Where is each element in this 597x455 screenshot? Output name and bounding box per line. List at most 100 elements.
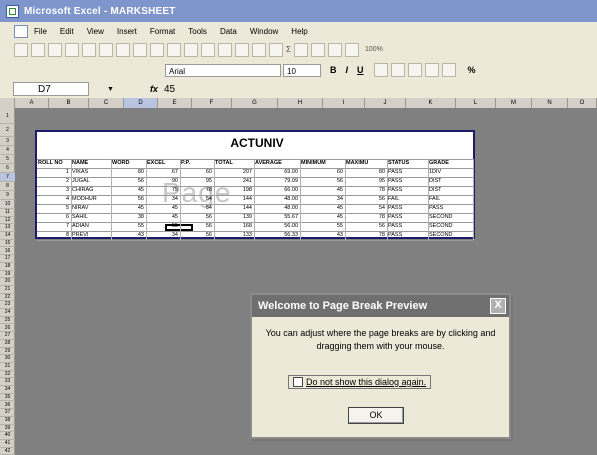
table-cell[interactable]: 54 [180,196,212,202]
research-icon[interactable] [150,43,164,57]
table-cell[interactable]: 54 [180,205,212,211]
table-cell[interactable]: 56 [111,178,144,184]
header-cell[interactable]: AVERAGE [255,160,282,166]
row-header[interactable]: 37 [0,409,15,417]
table-cell[interactable]: PASS [388,205,402,211]
table-cell[interactable]: VIKAS [72,169,88,175]
menu-tools[interactable]: Tools [188,27,207,36]
dont-show-again-checkbox[interactable]: Do not show this dialog again. [288,375,432,389]
row-header[interactable]: 14 [0,232,15,240]
column-header[interactable]: H [278,98,323,108]
table-cell[interactable]: 56 [180,232,212,238]
format-painter-icon[interactable] [218,43,232,57]
row-header[interactable]: 1 [0,108,15,124]
column-header[interactable]: A [15,98,49,108]
menu-file[interactable]: File [34,27,47,36]
row-header[interactable]: 3 [0,137,15,146]
row-header[interactable]: 8 [0,182,15,191]
row-header[interactable]: 42 [0,448,15,455]
row-header[interactable]: 27 [0,332,15,340]
row-header[interactable]: 39 [0,425,15,433]
table-cell[interactable]: 55 [146,223,178,229]
table-cell[interactable]: 54 [345,205,385,211]
row-header[interactable]: 2 [0,124,15,137]
table-cell[interactable]: 38 [111,214,144,220]
print-preview-icon[interactable] [116,43,130,57]
header-cell[interactable]: GRADE [429,160,449,166]
table-cell[interactable]: 66.00 [254,187,298,193]
select-all-corner[interactable] [0,98,15,108]
row-header[interactable]: 24 [0,309,15,317]
ok-button[interactable]: OK [348,407,404,424]
cut-icon[interactable] [167,43,181,57]
table-cell[interactable]: 6 [37,214,69,220]
table-cell[interactable]: 45 [300,205,343,211]
row-header[interactable]: 25 [0,317,15,325]
font-name-box[interactable]: Arial [165,63,281,77]
row-header[interactable]: 21 [0,286,15,294]
email-icon[interactable] [82,43,96,57]
column-header[interactable]: O [568,98,597,108]
row-header[interactable]: 28 [0,340,15,348]
table-cell[interactable]: 45 [146,205,178,211]
table-cell[interactable]: PASS [388,169,402,175]
underline-button[interactable]: U [357,65,364,75]
table-cell[interactable]: 5 [37,205,69,211]
percent-button[interactable]: % [468,65,476,75]
table-cell[interactable]: 34 [300,196,343,202]
insert-function-icon[interactable]: fx [150,84,158,94]
table-cell[interactable]: MODHUR [72,196,97,202]
row-header[interactable]: 10 [0,200,15,209]
table-cell[interactable]: FAIL [429,196,440,202]
row-header[interactable]: 11 [0,209,15,217]
chart-wizard-icon[interactable] [327,43,342,57]
header-cell[interactable]: P.P. [181,160,190,166]
print-page-1[interactable]: Page ACTUNIV ROLL NO NAME WORD EXCEL P.P. TOT… [35,130,475,241]
row-header[interactable]: 13 [0,224,15,233]
table-cell[interactable]: 56 [111,196,144,202]
column-header[interactable]: C [89,98,124,108]
align-right-icon[interactable] [407,63,422,77]
italic-button[interactable]: I [346,65,349,75]
menu-edit[interactable]: Edit [60,27,74,36]
row-header[interactable]: 26 [0,325,15,333]
table-cell[interactable]: 198 [214,187,252,193]
menu-help[interactable]: Help [291,27,307,36]
row-header[interactable]: 9 [0,191,15,200]
row-header[interactable]: 35 [0,394,15,402]
table-cell[interactable]: PASS [388,214,402,220]
header-cell[interactable]: WORD [112,160,129,166]
column-header[interactable]: J [365,98,406,108]
merge-center-icon[interactable] [424,63,439,77]
menu-view[interactable]: View [87,27,104,36]
table-cell[interactable]: 56 [300,178,343,184]
table-cell[interactable]: 45 [300,214,343,220]
table-cell[interactable]: 48.00 [254,205,298,211]
header-cell[interactable]: ROLL NO [38,160,63,166]
column-header[interactable]: B [49,98,89,108]
table-cell[interactable]: 55 [111,223,144,229]
column-header[interactable]: K [406,98,456,108]
table-cell[interactable]: ADIAN [72,223,89,229]
column-header[interactable]: F [192,98,232,108]
row-header[interactable]: 17 [0,255,15,263]
menu-format[interactable]: Format [150,27,175,36]
name-box-dropdown-icon[interactable]: ▼ [107,86,114,93]
hyperlink-icon[interactable] [269,43,283,57]
currency-icon[interactable] [441,63,456,77]
table-cell[interactable]: 75 [146,187,178,193]
table-cell[interactable]: SECOND [429,232,453,238]
table-cell[interactable]: 56.33 [254,232,298,238]
table-cell[interactable]: NIRAV [72,205,88,211]
table-cell[interactable]: 60 [180,169,212,175]
row-header[interactable]: 40 [0,432,15,440]
table-cell[interactable]: 8 [37,232,69,238]
checkbox-icon[interactable] [293,377,303,387]
sort-ascending-icon[interactable] [293,43,308,57]
column-header[interactable]: D [124,98,158,108]
table-cell[interactable]: 67 [146,169,178,175]
row-header[interactable]: 12 [0,217,15,225]
table-cell[interactable]: 78 [345,214,385,220]
table-cell[interactable]: 1 [37,169,69,175]
formula-input[interactable]: 45 [164,84,175,95]
